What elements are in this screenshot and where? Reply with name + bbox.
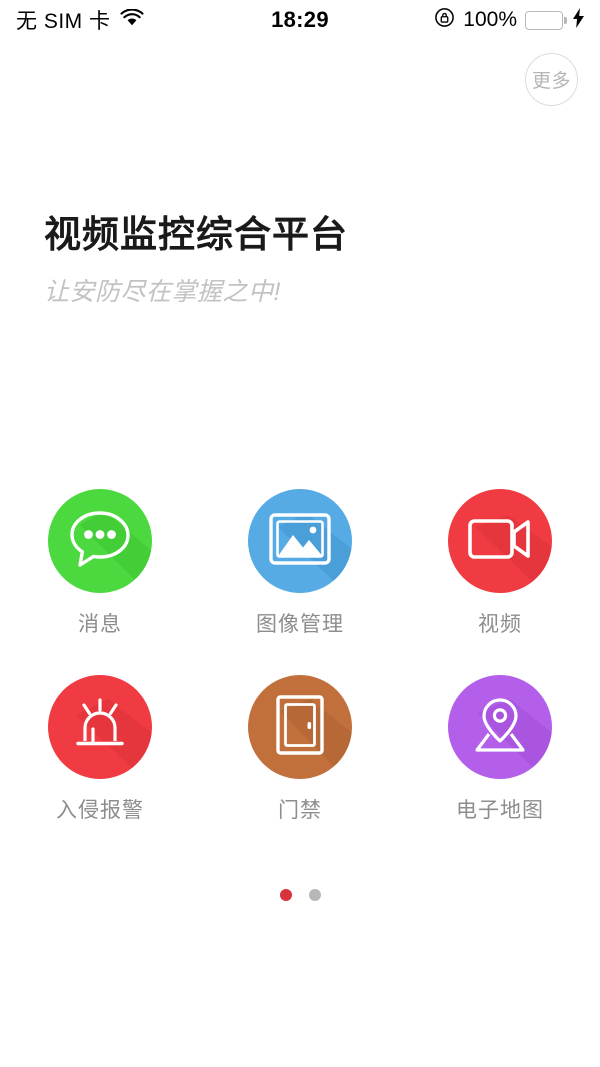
intrusion-alarm-icon-circle[interactable] — [48, 675, 152, 779]
app-grid: 消息 图像管理 视频 入侵报警 门禁 电子地图 — [0, 489, 600, 861]
app-grid-row: 入侵报警 门禁 电子地图 — [0, 675, 600, 824]
carrier-label: 无 SIM 卡 — [16, 10, 111, 33]
grid-item-intrusion-alarm[interactable]: 入侵报警 — [0, 675, 200, 824]
status-bar-right: 100% — [329, 7, 584, 33]
grid-item-message[interactable]: 消息 — [0, 489, 200, 638]
page-dot-inactive[interactable] — [308, 889, 321, 901]
grid-item-label: 电子地图 — [456, 799, 544, 822]
battery-icon — [525, 10, 567, 30]
grid-item-image-management[interactable]: 图像管理 — [200, 489, 400, 638]
grid-item-video[interactable]: 视频 — [400, 489, 600, 638]
grid-item-emap[interactable]: 电子地图 — [400, 675, 600, 824]
grid-item-label: 门禁 — [278, 799, 322, 822]
app-grid-row: 消息 图像管理 视频 — [0, 489, 600, 638]
rotation-lock-icon — [434, 7, 455, 33]
page-indicator — [0, 889, 600, 901]
door-access-icon — [276, 694, 324, 760]
page-dot-active[interactable] — [279, 889, 292, 901]
app-screen: 无 SIM 卡 18:29 100% 更多 视频监控综合平台 让安防尽在掌握之中… — [0, 0, 600, 1067]
grid-item-label: 消息 — [78, 613, 122, 636]
grid-item-label: 入侵报警 — [56, 799, 144, 822]
video-camera-icon — [468, 516, 532, 567]
charging-bolt-icon — [573, 7, 584, 33]
battery-percent-label: 100% — [463, 8, 517, 31]
clock-label: 18:29 — [271, 7, 329, 32]
more-button[interactable]: 更多 — [525, 53, 578, 106]
wifi-icon — [119, 8, 144, 32]
status-bar: 无 SIM 卡 18:29 100% — [0, 0, 600, 40]
grid-item-access-control[interactable]: 门禁 — [200, 675, 400, 824]
photo-picture-icon — [269, 512, 331, 570]
video-icon-circle[interactable] — [448, 489, 552, 593]
message-icon-circle[interactable] — [48, 489, 152, 593]
more-button-label: 更多 — [531, 71, 571, 92]
alarm-siren-icon — [70, 696, 130, 759]
status-bar-left: 无 SIM 卡 — [16, 5, 271, 35]
image-management-icon-circle[interactable] — [248, 489, 352, 593]
map-pin-icon — [469, 696, 531, 759]
grid-item-label: 视频 — [478, 613, 522, 636]
page-title: 视频监控综合平台 — [44, 214, 348, 255]
emap-icon-circle[interactable] — [448, 675, 552, 779]
access-control-icon-circle[interactable] — [248, 675, 352, 779]
grid-item-label: 图像管理 — [256, 613, 344, 636]
message-bubble-icon — [69, 509, 131, 574]
hero-section: 视频监控综合平台 让安防尽在掌握之中! — [44, 212, 348, 308]
page-subtitle: 让安防尽在掌握之中! — [44, 278, 281, 307]
